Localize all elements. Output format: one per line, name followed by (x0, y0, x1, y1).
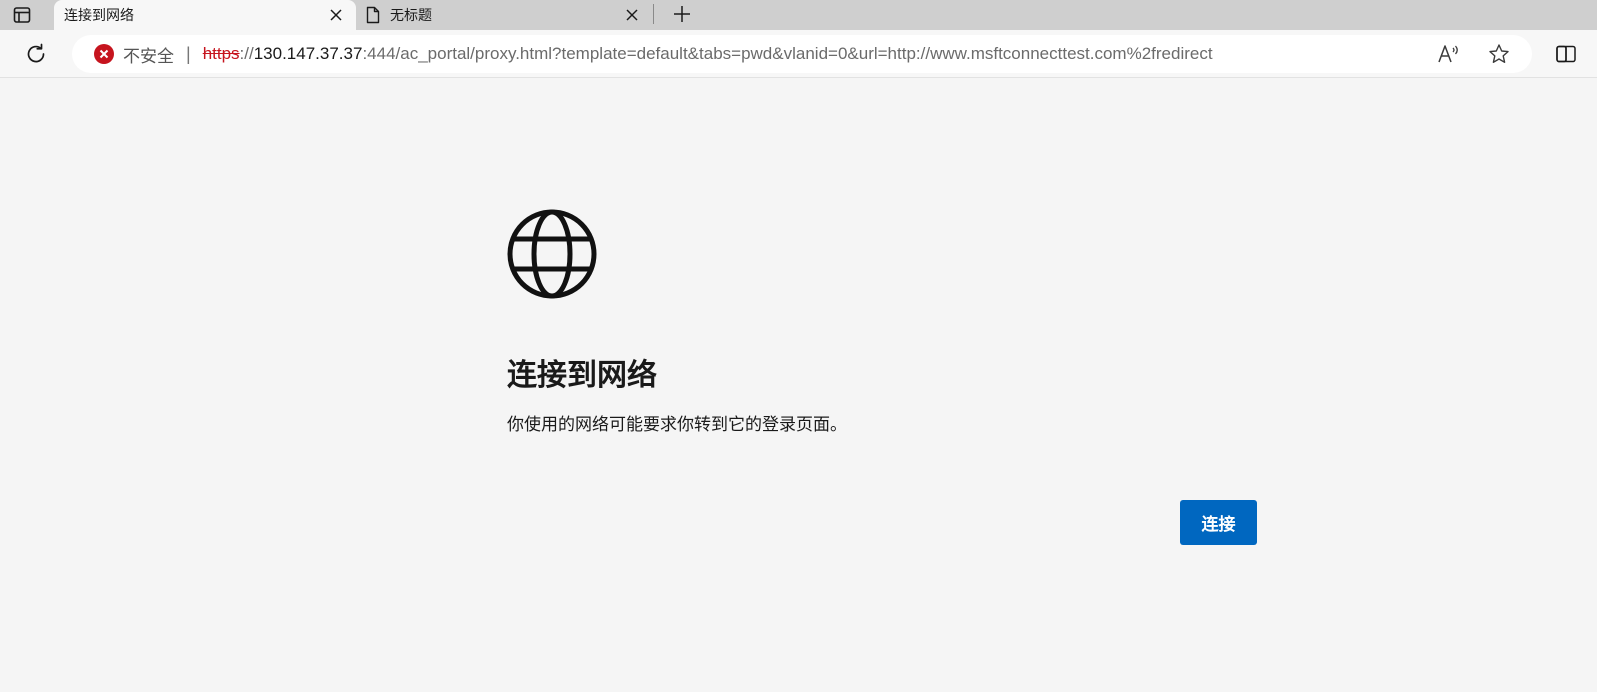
tab-close-button[interactable] (322, 1, 350, 29)
read-aloud-button[interactable] (1434, 40, 1464, 68)
tab-actions-button[interactable] (0, 0, 44, 30)
site-security-indicator[interactable]: 不安全 | (94, 42, 203, 67)
tab-close-button[interactable] (618, 1, 646, 29)
security-label: 不安全 (123, 46, 174, 66)
tab-actions-icon (13, 7, 31, 23)
page-icon (366, 6, 380, 24)
close-icon (330, 9, 342, 21)
tab-inactive[interactable]: 无标题 (356, 0, 652, 30)
globe-icon (507, 209, 597, 299)
tab-title: 无标题 (390, 7, 432, 23)
browser-toolbar: 不安全 | https://130.147.37.37:444/ac_porta… (0, 30, 1597, 78)
tab-strip: 连接到网络 无标题 (0, 0, 1597, 30)
url-text[interactable]: https://130.147.37.37:444/ac_portal/prox… (203, 44, 1213, 64)
address-bar[interactable]: 不安全 | https://130.147.37.37:444/ac_porta… (72, 35, 1532, 73)
close-icon (626, 9, 638, 21)
refresh-icon (27, 43, 45, 63)
connect-button[interactable]: 连接 (1180, 500, 1257, 545)
read-aloud-icon (1438, 45, 1458, 63)
url-scheme: https (202, 44, 240, 63)
plus-icon (674, 6, 690, 22)
security-separator: | (186, 43, 191, 64)
url-host: 130.147.37.37 (253, 44, 363, 63)
tab-active[interactable]: 连接到网络 (54, 0, 356, 30)
page-title: 连接到网络 (507, 359, 657, 392)
split-screen-button[interactable] (1550, 39, 1582, 69)
star-icon (1489, 44, 1509, 63)
url-path: :444/ac_portal/proxy.html?template=defau… (362, 44, 1213, 63)
tab-separator (653, 4, 654, 24)
tab-title: 连接到网络 (64, 7, 134, 23)
error-x-icon (94, 44, 114, 64)
new-tab-button[interactable] (662, 0, 702, 28)
page-content: 连接到网络 你使用的网络可能要求你转到它的登录页面。 连接 (0, 78, 1597, 692)
refresh-button[interactable] (20, 38, 52, 70)
page-description: 你使用的网络可能要求你转到它的登录页面。 (507, 415, 847, 434)
split-screen-icon (1556, 45, 1576, 63)
url-scheme-separator: :// (239, 44, 254, 63)
add-favorite-button[interactable] (1484, 40, 1514, 68)
